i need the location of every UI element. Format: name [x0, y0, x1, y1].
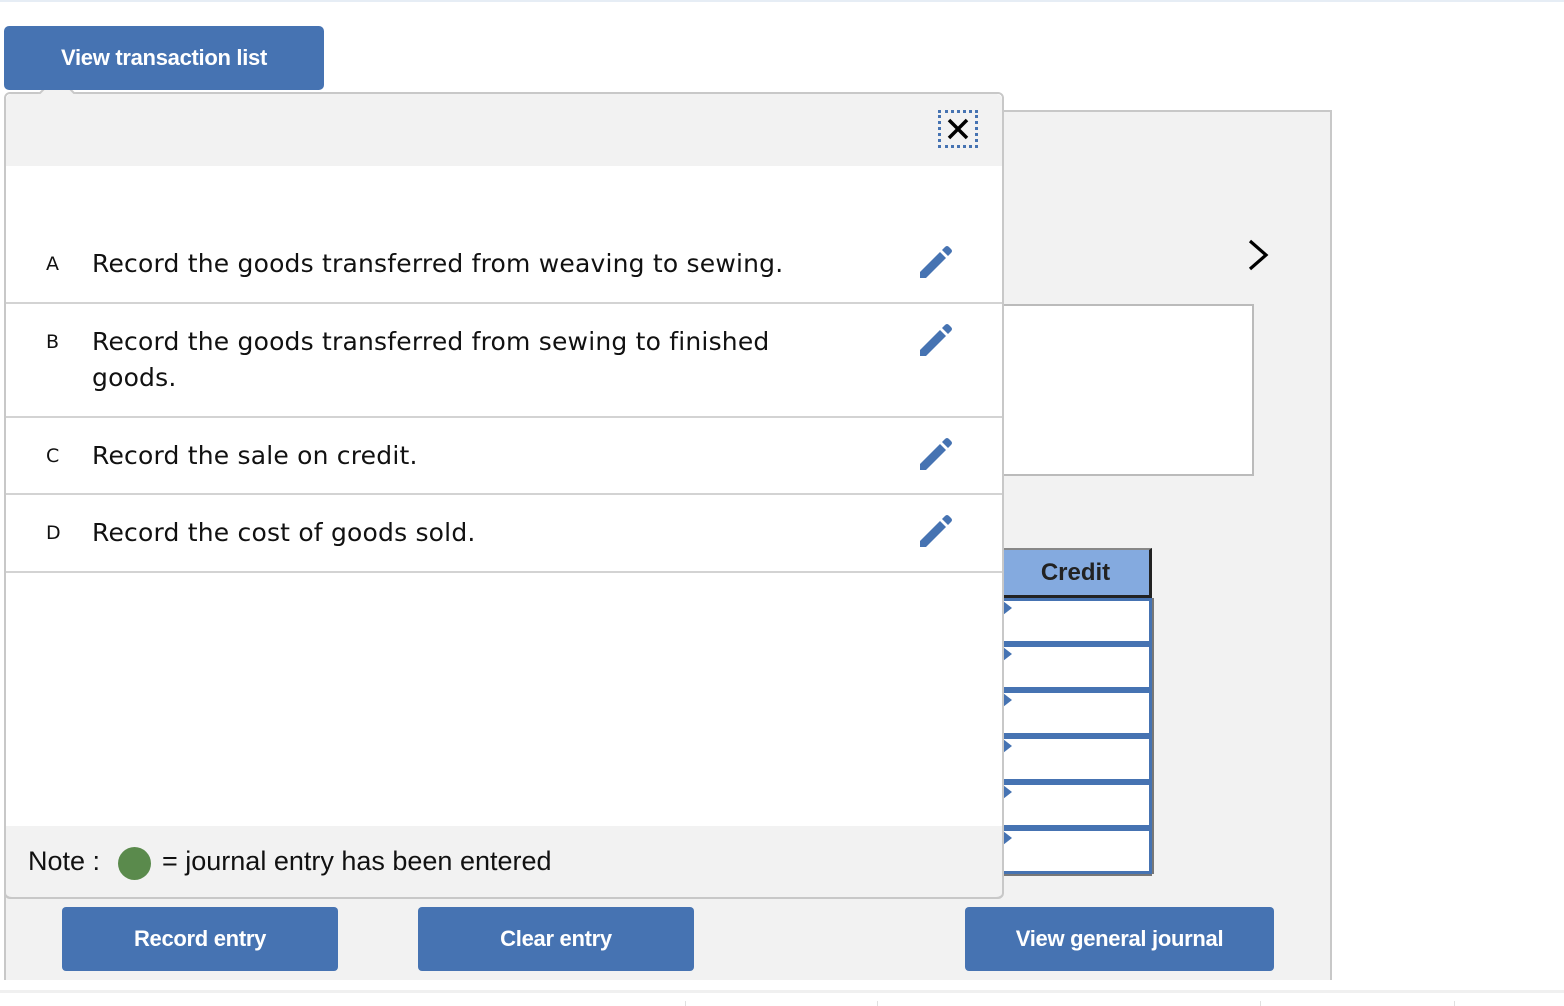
credit-header: Credit [1002, 548, 1152, 598]
bottom-divider [0, 990, 1564, 993]
note-text: = journal entry has been entered [162, 846, 552, 876]
credit-input[interactable] [1002, 782, 1152, 828]
view-general-journal-button[interactable]: View general journal [965, 907, 1274, 971]
credit-input[interactable] [1002, 828, 1152, 874]
transaction-letter: D [46, 522, 61, 544]
credit-input[interactable] [1002, 644, 1152, 690]
entered-status-dot-icon [118, 847, 151, 880]
divider-tick [877, 1001, 878, 1006]
transaction-description: Record the goods transferred from sewing… [92, 327, 770, 392]
transaction-letter: A [46, 253, 59, 275]
row-marker-icon [1003, 647, 1012, 661]
clear-entry-button[interactable]: Clear entry [418, 907, 694, 971]
divider-tick [685, 1001, 686, 1006]
credit-input[interactable] [1002, 736, 1152, 782]
transaction-description: Record the sale on credit. [92, 441, 418, 470]
credit-column: Credit [1002, 548, 1152, 874]
record-entry-button[interactable]: Record entry [62, 907, 338, 971]
pencil-edit-icon[interactable] [916, 513, 956, 553]
pencil-edit-icon[interactable] [916, 436, 956, 476]
transaction-description: Record the goods transferred from weavin… [92, 249, 784, 278]
chevron-right-icon[interactable] [1243, 237, 1273, 273]
row-marker-icon [1003, 831, 1012, 845]
transaction-list: A Record the goods transferred from weav… [6, 226, 1002, 573]
transaction-list-popup: A Record the goods transferred from weav… [4, 74, 1004, 899]
transaction-row: B Record the goods transferred from sewi… [6, 304, 1002, 418]
top-divider [0, 0, 1564, 2]
popup-header [6, 94, 1002, 166]
row-marker-icon [1003, 693, 1012, 707]
transaction-row: A Record the goods transferred from weav… [6, 226, 1002, 304]
transaction-row: D Record the cost of goods sold. [6, 495, 1002, 573]
transaction-description: Record the cost of goods sold. [92, 518, 476, 547]
transaction-row: C Record the sale on credit. [6, 418, 1002, 495]
transaction-letter: B [46, 331, 60, 353]
credit-input[interactable] [1002, 598, 1152, 644]
note-label: Note : [28, 846, 101, 876]
close-x-icon [947, 118, 969, 140]
row-marker-icon [1003, 785, 1012, 799]
transaction-description-box [1002, 304, 1254, 476]
divider-tick [1454, 1001, 1455, 1006]
divider-tick [1260, 1001, 1261, 1006]
view-transaction-list-button[interactable]: View transaction list [4, 26, 324, 90]
row-marker-icon [1003, 601, 1012, 615]
transaction-letter: C [46, 445, 60, 467]
pencil-edit-icon[interactable] [916, 322, 956, 362]
close-button[interactable] [938, 110, 978, 148]
note-bar: Note : = journal entry has been entered [6, 826, 1002, 899]
pencil-edit-icon[interactable] [916, 244, 956, 284]
credit-input[interactable] [1002, 690, 1152, 736]
row-marker-icon [1003, 739, 1012, 753]
